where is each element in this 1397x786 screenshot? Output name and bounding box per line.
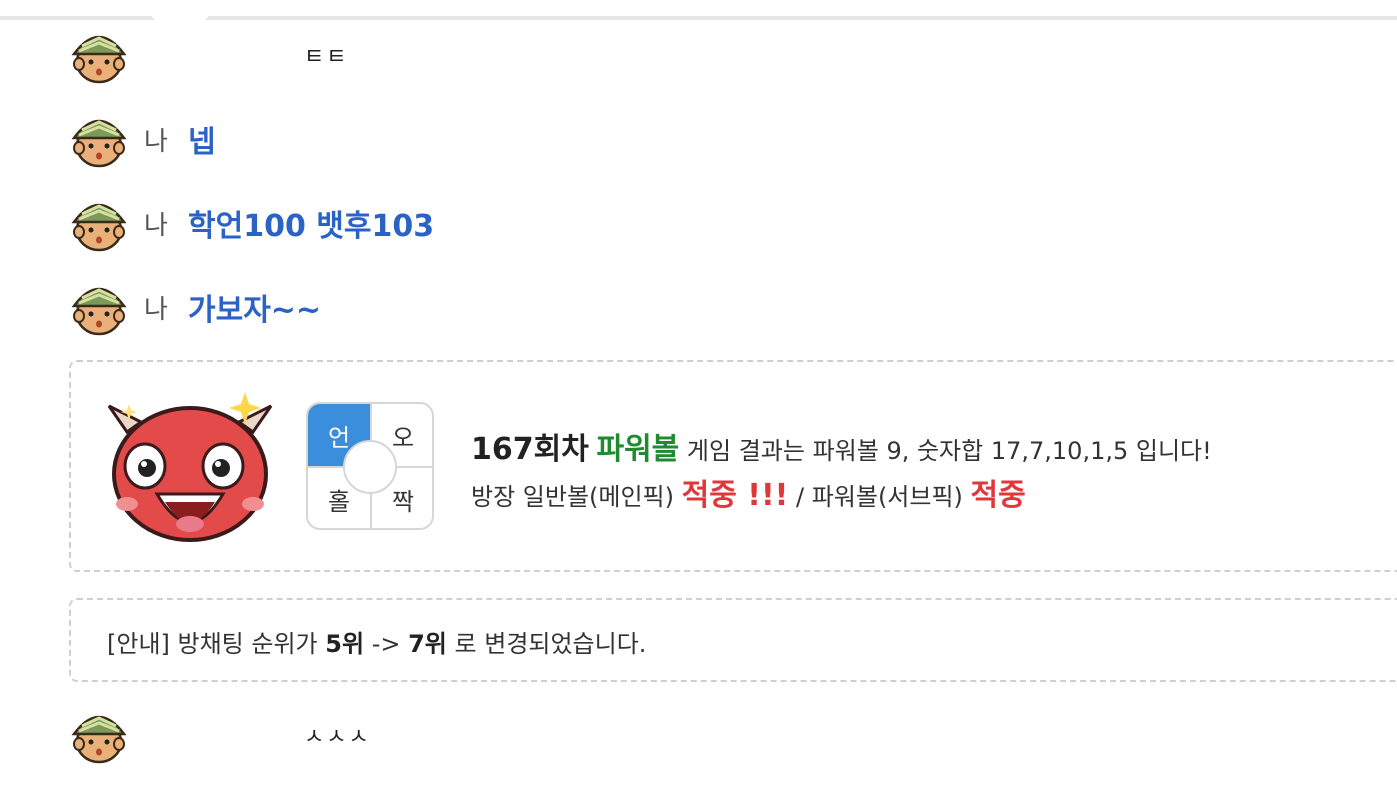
sender-label-me: 나 [144, 294, 168, 325]
soldier-avatar-icon[interactable] [68, 108, 130, 170]
soldier-avatar-icon[interactable] [68, 24, 130, 86]
top-divider-notch [150, 10, 210, 22]
sub-pick-label: / 파워볼(서브픽) [795, 483, 963, 511]
notice-prefix: [안내] 방채팅 순위가 [107, 630, 318, 658]
message-text: ㅅㅅㅅ [304, 725, 371, 750]
arrow-text: -> [371, 630, 401, 658]
chat-message: 나 넵 [68, 108, 216, 170]
grid-center-circle [343, 440, 397, 494]
result-summary-line: 167회차 파워볼 게임 결과는 파워볼 9, 숫자합 17,7,10,1,5 … [471, 424, 1212, 468]
soldier-avatar-icon[interactable] [68, 276, 130, 338]
chat-message: ㅅㅅㅅ [68, 704, 369, 766]
rank-notice-text: [안내] 방채팅 순위가 5위 -> 7위 로 변경되었습니다. [107, 624, 646, 659]
odd-even-result-grid: 언 오 홀 짝 [306, 402, 434, 530]
red-devil-icon [105, 392, 275, 552]
game-name: 파워볼 [596, 432, 680, 467]
soldier-avatar-icon[interactable] [68, 704, 130, 766]
notice-suffix: 로 변경되었습니다. [454, 630, 647, 658]
from-rank: 5위 [325, 630, 365, 658]
chat-message: 나 학언100 뱃후103 [68, 192, 434, 254]
top-divider [0, 16, 1397, 20]
sub-pick-hit: 적중 [970, 478, 1026, 513]
message-text: 학언100 뱃후103 [188, 209, 435, 244]
message-text: 넵 [188, 125, 216, 160]
round-number: 167회차 [471, 432, 589, 467]
game-result-card: 언 오 홀 짝 167회차 파워볼 게임 결과는 파워볼 9, 숫자합 17,7… [69, 360, 1397, 572]
message-text: 가보자~~ [188, 293, 322, 328]
rank-notice-card: [안내] 방채팅 순위가 5위 -> 7위 로 변경되었습니다. [69, 598, 1397, 682]
result-summary: 게임 결과는 파워볼 9, 숫자합 17,7,10,1,5 입니다! [686, 437, 1212, 465]
to-rank: 7위 [408, 630, 447, 658]
main-pick-label: 방장 일반볼(메인픽) [471, 483, 674, 511]
sender-label-me: 나 [144, 126, 168, 157]
pick-result-line: 방장 일반볼(메인픽) 적중 !!! / 파워볼(서브픽) 적중 [471, 470, 1026, 514]
chat-message: 나 가보자~~ [68, 276, 321, 338]
sender-label-me: 나 [144, 210, 168, 241]
main-pick-hit: 적중 !!! [681, 478, 789, 513]
soldier-avatar-icon[interactable] [68, 192, 130, 254]
chat-message: ㅌㅌ [68, 24, 346, 86]
message-text: ㅌㅌ [304, 45, 349, 70]
